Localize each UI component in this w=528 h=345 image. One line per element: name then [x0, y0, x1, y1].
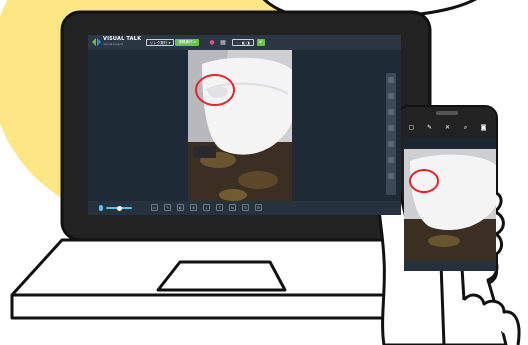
camera-icon[interactable]: ◙ [480, 124, 487, 131]
sidebar-tool-button[interactable] [388, 109, 394, 115]
phone-screen [404, 137, 496, 271]
volume-slider-handle[interactable] [117, 205, 122, 211]
illustration: VISUAL TALK remote support リンク発行 ▾ 遠隔操作 … [0, 0, 528, 345]
sidebar-tool-button[interactable] [388, 173, 394, 179]
mic-icon[interactable] [99, 205, 103, 211]
visual-talk-logo [92, 38, 101, 46]
mask-icon[interactable]: ◐ [177, 204, 184, 211]
chat-icon[interactable]: ▢ [408, 124, 415, 131]
toilet-photo [404, 149, 496, 261]
app-header: VISUAL TALK remote support リンク発行 ▾ 遠隔操作 … [88, 35, 401, 50]
app-title: VISUAL TALK [103, 36, 142, 42]
bottom-toolbar: ▭ ✎ ◐ ⊕ ↓ ↑ ⇆ ↻ ⚙ [88, 201, 401, 215]
zoom-icon[interactable]: ⌕ [462, 124, 469, 131]
phone-camera-feed[interactable] [404, 149, 496, 261]
remote-support-app: VISUAL TALK remote support リンク発行 ▾ 遠隔操作 … [88, 35, 401, 215]
pen-icon[interactable]: ✎ [164, 204, 171, 211]
camera-feed[interactable] [188, 50, 292, 208]
end-call-button[interactable]: ▸ [257, 39, 265, 46]
sidebar-tool-button[interactable] [388, 157, 394, 163]
sidebar-tool-button[interactable] [388, 125, 394, 131]
toilet-photo [188, 50, 292, 208]
upload-icon[interactable]: ↑ [216, 204, 223, 211]
zoom-icon[interactable]: ⊕ [190, 204, 197, 211]
phone-bottom-bar [404, 261, 496, 271]
app-subtitle: remote support [103, 43, 124, 46]
sidebar-tool-button[interactable] [388, 77, 394, 83]
download-icon[interactable]: ↓ [203, 204, 210, 211]
settings-icon[interactable]: ⚙ [255, 204, 262, 211]
close-icon[interactable]: ✕ [444, 124, 451, 131]
sidebar-tool-button[interactable] [388, 93, 394, 99]
compare-icon[interactable]: ⇆ [229, 204, 236, 211]
record-icon[interactable]: ● [208, 39, 216, 46]
call-controls[interactable]: 📞 ◧ ◨ [232, 39, 254, 46]
link-issue-button[interactable]: リンク発行 ▾ [146, 39, 174, 46]
tool-sidebar [386, 73, 396, 195]
refresh-icon[interactable]: ↻ [242, 204, 249, 211]
pen-icon[interactable]: ✎ [426, 124, 433, 131]
laptop-touchpad [156, 260, 287, 292]
grid-icon[interactable]: ▦ [219, 39, 227, 46]
folder-icon[interactable]: ▭ [151, 204, 158, 211]
remote-control-button[interactable]: 遠隔操作 ▾ [175, 39, 199, 46]
sidebar-tool-button[interactable] [388, 141, 394, 147]
